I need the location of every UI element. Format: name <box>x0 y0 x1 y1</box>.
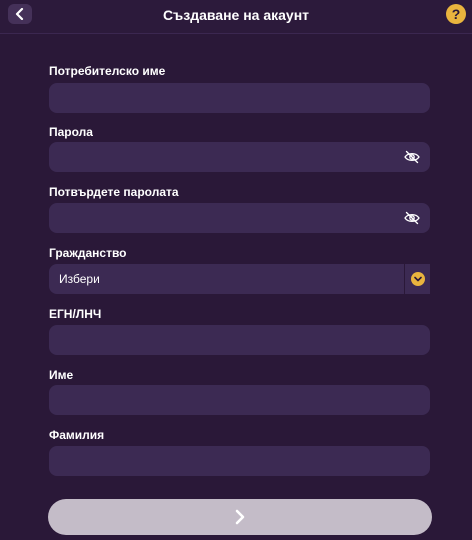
citizenship-label: Гражданство <box>49 246 127 260</box>
first-name-label: Име <box>49 368 74 382</box>
confirm-password-field[interactable] <box>49 203 430 233</box>
submit-button[interactable] <box>48 499 432 535</box>
username-label: Потребителско име <box>49 64 166 78</box>
eye-slash-icon[interactable] <box>404 211 420 225</box>
password-label: Парола <box>49 125 93 139</box>
page-title: Създаване на акаунт <box>162 7 310 23</box>
first-name-field-wrapper <box>49 385 430 415</box>
chevron-right-icon <box>235 509 245 525</box>
citizenship-selected-value: Избери <box>59 272 100 286</box>
egn-field-wrapper <box>49 325 430 355</box>
help-button[interactable]: ? <box>446 4 466 24</box>
egn-field[interactable] <box>49 325 430 355</box>
password-field[interactable] <box>49 142 430 172</box>
egn-label: ЕГН/ЛНЧ <box>49 307 102 321</box>
last-name-label: Фамилия <box>49 428 105 442</box>
password-field-wrapper <box>49 142 430 172</box>
username-field-wrapper <box>49 83 430 113</box>
header-bar: Създаване на акаунт ? <box>0 0 472 34</box>
first-name-field[interactable] <box>49 385 430 415</box>
confirm-password-field-wrapper <box>49 203 430 233</box>
username-field[interactable] <box>49 83 430 113</box>
citizenship-select[interactable]: Избери <box>49 264 430 294</box>
last-name-field-wrapper <box>49 446 430 476</box>
confirm-password-label: Потвърдете паролата <box>49 185 179 199</box>
chevron-down-icon <box>410 272 425 286</box>
last-name-field[interactable] <box>49 446 430 476</box>
eye-slash-icon[interactable] <box>404 150 420 164</box>
citizenship-dropdown-toggle[interactable] <box>404 264 430 294</box>
